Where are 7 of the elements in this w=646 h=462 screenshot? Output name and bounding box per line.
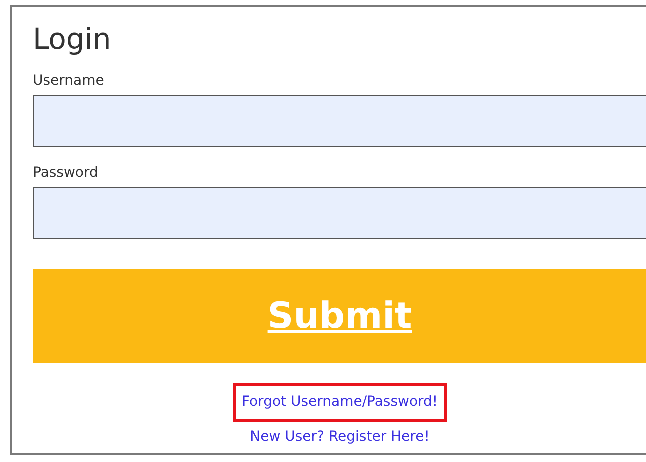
text-link[interactable]: New User? Register Here! <box>241 422 439 457</box>
input-field[interactable] <box>33 187 646 239</box>
field-label: Username <box>33 72 106 91</box>
field-label: Password <box>33 164 100 183</box>
input-field[interactable] <box>33 95 646 147</box>
login-title: Login <box>33 21 112 57</box>
text-link[interactable]: Forgot Username/Password! <box>232 383 448 422</box>
